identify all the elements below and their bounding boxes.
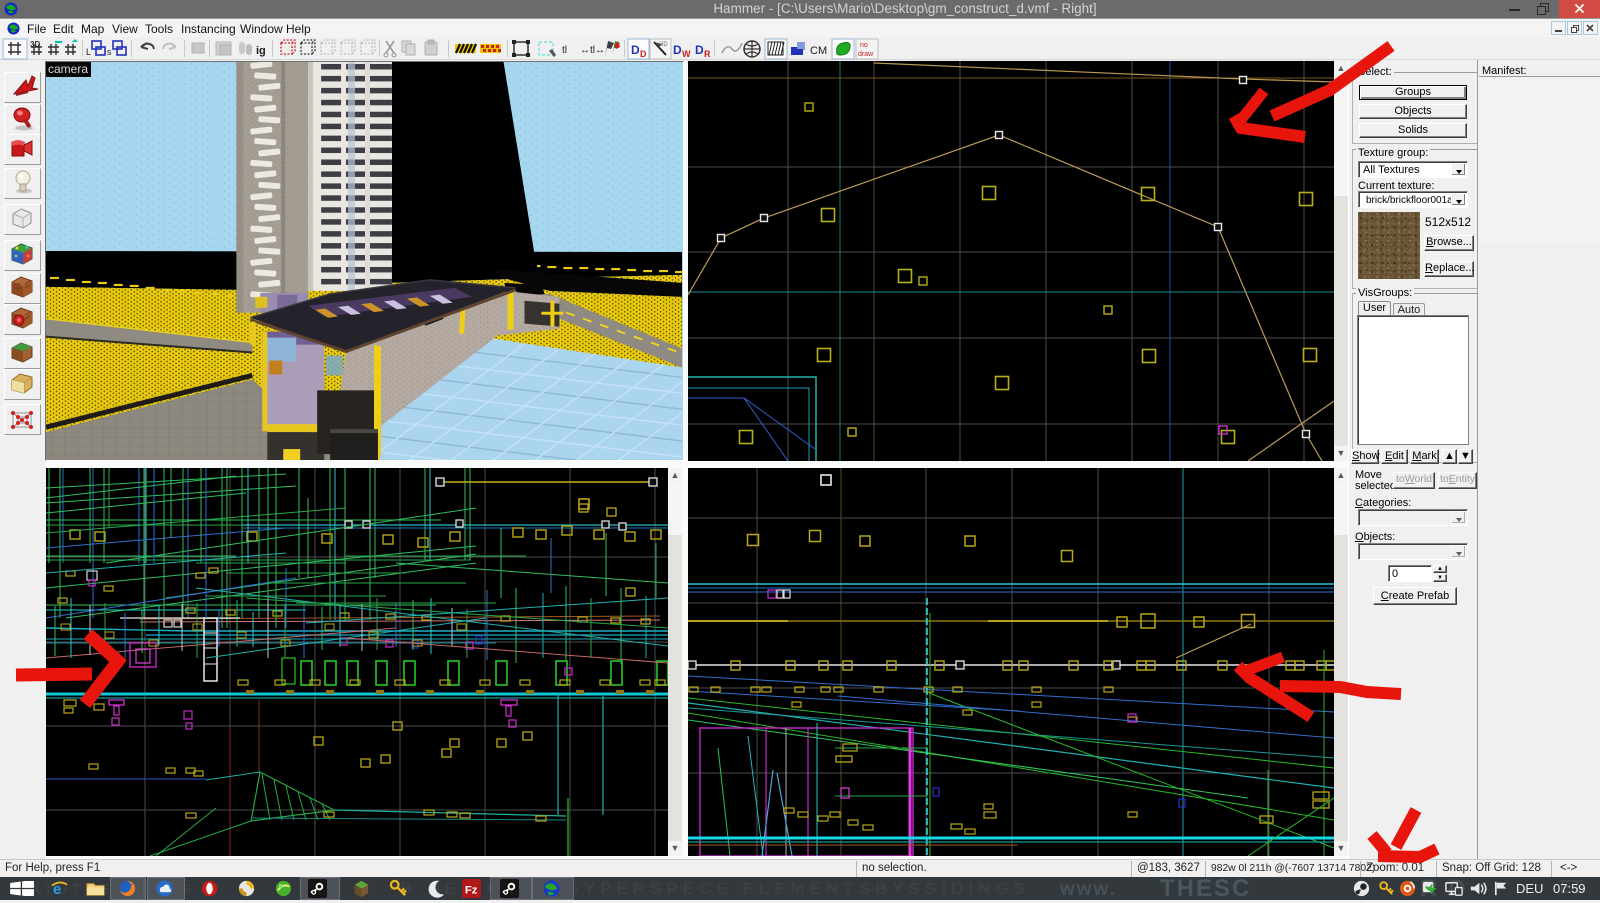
svg-text:ig: ig: [256, 45, 266, 57]
svg-text:D: D: [695, 43, 704, 57]
svg-text:↔tl↔: ↔tl↔: [580, 45, 605, 56]
svg-text:draw: draw: [858, 51, 874, 58]
svg-text:W: W: [682, 49, 691, 59]
svg-text:D: D: [673, 43, 682, 57]
svg-text:s: s: [107, 47, 112, 57]
svg-text:Fz: Fz: [465, 884, 478, 896]
svg-text:3D: 3D: [30, 40, 40, 49]
svg-text:CM: CM: [810, 45, 827, 57]
svg-text:L: L: [86, 47, 91, 57]
svg-text:D: D: [640, 49, 647, 59]
svg-text:R: R: [704, 49, 711, 59]
svg-text:tl: tl: [562, 45, 567, 56]
svg-text:D: D: [631, 43, 640, 57]
svg-text:no: no: [860, 42, 868, 49]
svg-text:3D: 3D: [660, 42, 668, 48]
